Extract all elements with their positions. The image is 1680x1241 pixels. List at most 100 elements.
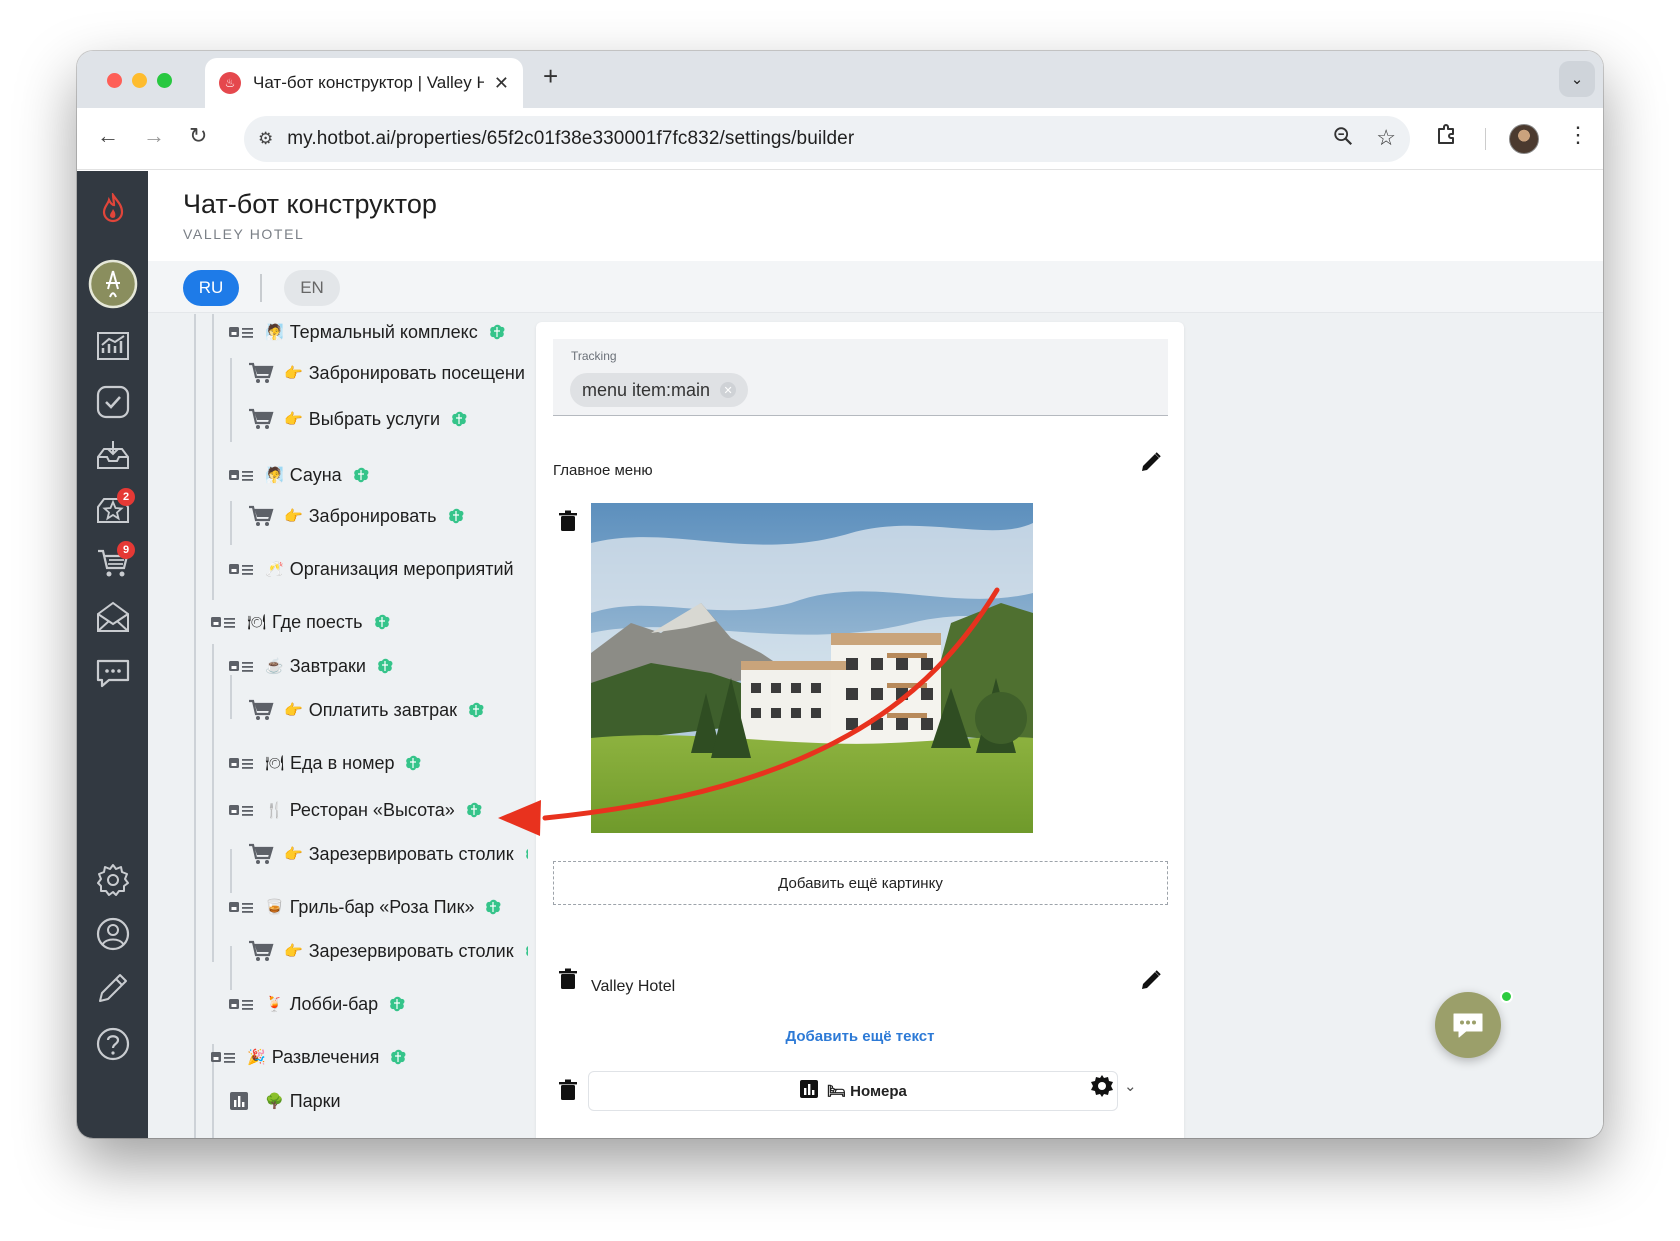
delete-text-trash-icon[interactable] xyxy=(558,968,578,990)
browser-tab[interactable]: ♨ Чат-бот конструктор | Valley Hotel ✕ xyxy=(205,58,523,108)
menu-node-icon xyxy=(229,754,255,772)
ai-brain-icon xyxy=(467,702,485,718)
back-icon[interactable]: ← xyxy=(97,123,119,149)
mail-icon[interactable] xyxy=(77,601,148,633)
help-question-icon[interactable] xyxy=(77,1027,148,1061)
zoom-icon[interactable] xyxy=(1332,125,1354,153)
tracking-label: Tracking xyxy=(571,349,617,363)
button-label: Номера xyxy=(850,1082,907,1100)
edit-pencil-icon[interactable] xyxy=(77,971,148,1005)
menu-tree: 🧖 Термальный комплекс 👉 Забронировать посещ… xyxy=(148,314,528,1138)
close-window-button[interactable] xyxy=(107,73,122,88)
message-editor: Tracking menu item:main ✕ Главное меню Д… xyxy=(536,322,1184,1138)
delete-button-trash-icon[interactable] xyxy=(558,1079,578,1101)
site-settings-icon[interactable]: ⚙ xyxy=(258,129,273,149)
property-name: VALLEY HOTEL xyxy=(183,226,305,242)
lang-en-button[interactable]: EN xyxy=(284,270,340,306)
bookmark-star-icon[interactable]: ☆ xyxy=(1376,125,1396,153)
expand-chevron-icon[interactable]: ⌄ xyxy=(1124,1077,1137,1095)
tree-item[interactable]: 🍽 Где поесть xyxy=(211,607,391,637)
tree-item[interactable]: 🌳 Парки xyxy=(229,1086,341,1116)
tree-item[interactable]: 👉 Зарезервировать столик xyxy=(248,936,528,966)
ai-brain-icon xyxy=(524,846,528,862)
analytics-icon[interactable] xyxy=(77,331,148,361)
tree-item-emoji: 👉 xyxy=(284,846,303,863)
add-text-link[interactable]: Добавить ещё текст xyxy=(536,1028,1184,1045)
orders-cart-icon[interactable] xyxy=(77,547,148,579)
url-text: my.hotbot.ai/properties/65f2c01f38e33000… xyxy=(287,128,855,149)
add-image-button[interactable]: Добавить ещё картинку xyxy=(553,861,1168,905)
tree-item[interactable]: 🎉 Развлечения xyxy=(211,1042,407,1072)
property-avatar[interactable] xyxy=(77,259,148,309)
tree-item[interactable]: 🥂 Организация мероприятий xyxy=(229,554,514,584)
edit-title-pencil-icon[interactable] xyxy=(1139,450,1163,474)
new-tab-icon[interactable]: + xyxy=(543,61,558,92)
delete-image-trash-icon[interactable] xyxy=(558,510,578,532)
cart-icon xyxy=(248,362,274,383)
message-text[interactable]: Valley Hotel xyxy=(591,978,675,996)
online-status-dot xyxy=(1500,990,1513,1003)
forward-icon[interactable]: → xyxy=(143,123,165,149)
tree-item-emoji: 🧖 xyxy=(265,324,284,341)
ai-brain-icon xyxy=(389,1049,407,1065)
address-bar[interactable]: ⚙ my.hotbot.ai/properties/65f2c01f38e330… xyxy=(244,116,1410,162)
zoom-window-button[interactable] xyxy=(157,73,172,88)
tree-item[interactable]: 👉 Выбрать услуги xyxy=(248,404,468,434)
edit-text-pencil-icon[interactable] xyxy=(1139,968,1163,992)
cart-icon xyxy=(248,940,274,961)
account-user-icon[interactable] xyxy=(77,917,148,951)
tree-item[interactable]: 👉 Зарезервировать столик xyxy=(248,839,528,869)
remove-chip-icon[interactable]: ✕ xyxy=(720,382,737,398)
tree-item-emoji: 👉 xyxy=(284,702,303,719)
tree-item-label: Забронировать посещени xyxy=(308,362,525,383)
main-page: Чат-бот конструктор VALLEY HOTEL RU EN 🧖… xyxy=(148,171,1603,1138)
menu-node-icon xyxy=(229,323,255,341)
tree-item[interactable]: 🍴 Ресторан «Высота» xyxy=(229,795,483,825)
tree-item[interactable]: 🍹 Лобби-бар xyxy=(229,989,406,1019)
tree-item[interactable]: 🍽 Еда в номер xyxy=(229,748,422,778)
extensions-puzzle-icon[interactable] xyxy=(1435,122,1459,152)
tree-item-emoji: 👉 xyxy=(284,411,303,428)
tree-item-label: Ресторан «Высота» xyxy=(289,799,455,820)
tab-search-chevron-icon[interactable]: ⌄ xyxy=(1559,61,1595,97)
ai-brain-icon xyxy=(488,324,506,340)
chat-bubble-icon[interactable] xyxy=(77,657,148,689)
tree-item-emoji: 👉 xyxy=(284,943,303,960)
tree-item[interactable]: 👉 Забронировать посещени xyxy=(248,358,528,388)
tracking-field[interactable]: Tracking menu item:main ✕ xyxy=(553,339,1168,416)
tree-guide xyxy=(212,314,214,600)
tree-guide xyxy=(230,501,232,545)
tree-item-label: Еда в номер xyxy=(290,752,395,773)
tree-item[interactable]: 🧖 Термальный комплекс xyxy=(229,317,506,347)
tree-item-emoji: 🥃 xyxy=(265,899,284,916)
profile-avatar[interactable] xyxy=(1509,124,1539,154)
button-settings-gear-icon[interactable] xyxy=(1090,1074,1114,1098)
settings-gear-icon[interactable] xyxy=(77,863,148,897)
menu-button-rooms[interactable]: 🛏 Номера xyxy=(588,1071,1118,1111)
inbox-download-icon[interactable] xyxy=(77,439,148,471)
minimize-window-button[interactable] xyxy=(132,73,147,88)
lang-ru-button[interactable]: RU xyxy=(183,270,239,306)
tracking-chip[interactable]: menu item:main ✕ xyxy=(570,373,749,407)
tree-item[interactable]: ☕ Завтраки xyxy=(229,651,394,681)
reviews-star-icon[interactable] xyxy=(77,493,148,525)
hotbot-logo-icon[interactable] xyxy=(77,193,148,223)
tree-item[interactable]: 🥃 Гриль-бар «Роза Пик» xyxy=(229,892,502,922)
ai-brain-icon xyxy=(376,658,394,674)
tree-item[interactable]: 👉 Оплатить завтрак xyxy=(248,695,485,725)
tracking-chip-label: menu item:main xyxy=(582,379,711,400)
tree-item-emoji: ☕ xyxy=(265,658,284,675)
tree-item-emoji: 🍹 xyxy=(265,996,284,1013)
browser-window: ♨ Чат-бот конструктор | Valley Hotel ✕ +… xyxy=(77,51,1603,1138)
tasks-check-icon[interactable] xyxy=(77,385,148,419)
tab-strip: ♨ Чат-бот конструктор | Valley Hotel ✕ +… xyxy=(77,51,1603,108)
reload-icon[interactable]: ↻ xyxy=(189,123,207,149)
app: 2 9 Чат-бот конструктор VALLEY HOTEL RU … xyxy=(77,171,1603,1138)
page-header: Чат-бот конструктор VALLEY HOTEL xyxy=(148,171,1603,261)
close-tab-icon[interactable]: ✕ xyxy=(494,73,509,94)
window-controls xyxy=(107,73,172,88)
chat-widget-button[interactable] xyxy=(1435,992,1501,1058)
browser-menu-icon[interactable]: ⋮ xyxy=(1567,122,1589,148)
tree-item[interactable]: 👉 Забронировать xyxy=(248,501,465,531)
tree-item[interactable]: 🧖 Сауна xyxy=(229,460,370,490)
